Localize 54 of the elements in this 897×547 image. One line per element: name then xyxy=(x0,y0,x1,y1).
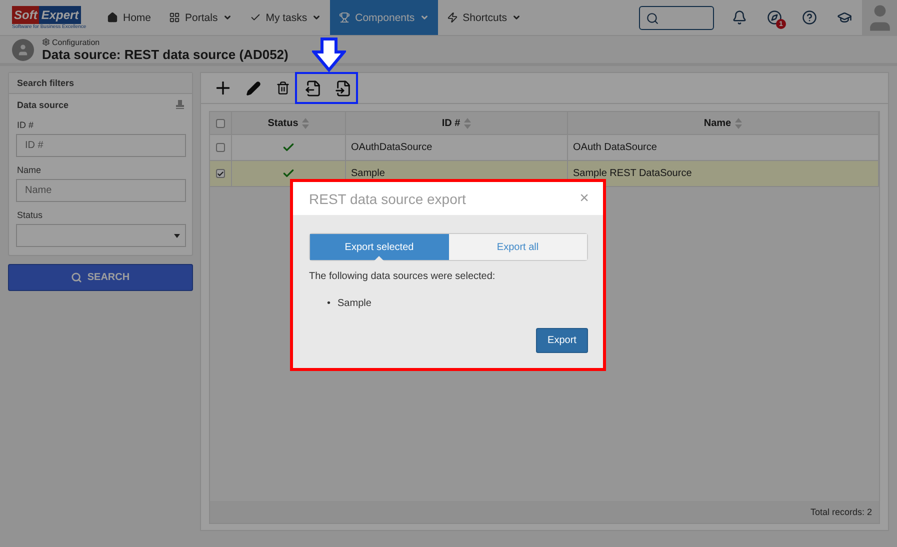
nav-item[interactable]: Home xyxy=(98,0,160,35)
table-cell: OAuth DataSource xyxy=(573,142,657,153)
import-icon[interactable] xyxy=(334,80,352,96)
caret-icon xyxy=(174,234,180,238)
table-cell: OAuthDataSource xyxy=(351,142,432,153)
panel-title: Search filters xyxy=(9,73,192,94)
table-cell: Sample xyxy=(351,168,385,179)
nav-item[interactable]: Components xyxy=(330,0,438,35)
dialog-message: The following data sources were selected: xyxy=(309,271,496,282)
section-title: Data source xyxy=(17,100,69,110)
input-field[interactable]: Name xyxy=(16,179,186,202)
column-header[interactable]: Status xyxy=(268,118,298,128)
user-icon xyxy=(12,38,34,60)
column-header[interactable]: ID # xyxy=(442,118,460,128)
trash-icon[interactable] xyxy=(276,81,290,95)
breadcrumb: Configuration xyxy=(52,38,100,46)
help-icon[interactable] xyxy=(802,10,817,25)
export-icon[interactable] xyxy=(304,80,322,96)
export-button[interactable]: Export xyxy=(536,328,588,353)
search-icon xyxy=(71,272,82,283)
checkbox[interactable] xyxy=(216,118,225,128)
record-count: Total records: 2 xyxy=(810,507,872,517)
dialog-title: REST data source export xyxy=(309,190,466,206)
nav-item[interactable]: Shortcuts xyxy=(438,0,530,35)
nav-item[interactable]: My tasks xyxy=(240,0,330,35)
home-icon xyxy=(107,12,118,23)
check-icon xyxy=(250,12,261,23)
lightning-icon xyxy=(446,12,458,23)
trophy-icon xyxy=(339,12,350,23)
field-label: ID # xyxy=(16,119,35,132)
grid-icon xyxy=(169,12,180,23)
search-field[interactable] xyxy=(639,6,714,30)
input-field[interactable]: ID # xyxy=(16,134,186,157)
nav-item[interactable]: Portals xyxy=(160,0,241,35)
tab[interactable]: Export selected xyxy=(310,234,448,260)
table-cell: Sample REST DataSource xyxy=(573,168,692,179)
search-icon xyxy=(646,12,659,24)
checkbox[interactable] xyxy=(216,143,225,152)
list-item: Sample xyxy=(338,297,372,310)
highlight-frame xyxy=(295,72,358,104)
page-title: Data source: REST data source (AD052) xyxy=(42,46,288,62)
graduation-cap-icon[interactable] xyxy=(837,10,852,25)
tab[interactable]: Export all xyxy=(448,234,587,260)
table-row[interactable]: OAuthDataSource OAuth DataSource xyxy=(210,135,879,161)
gear-icon xyxy=(42,38,50,46)
bell-icon[interactable] xyxy=(732,10,747,25)
field-label: Status xyxy=(16,209,44,222)
pencil-icon[interactable] xyxy=(246,80,260,96)
compass-icon[interactable] xyxy=(767,10,782,25)
column-header[interactable]: Name xyxy=(704,118,732,128)
search-button[interactable]: SEARCH xyxy=(8,264,193,291)
field-label: Name xyxy=(16,164,42,177)
bullet: • xyxy=(327,297,331,310)
checkbox[interactable] xyxy=(216,169,225,178)
